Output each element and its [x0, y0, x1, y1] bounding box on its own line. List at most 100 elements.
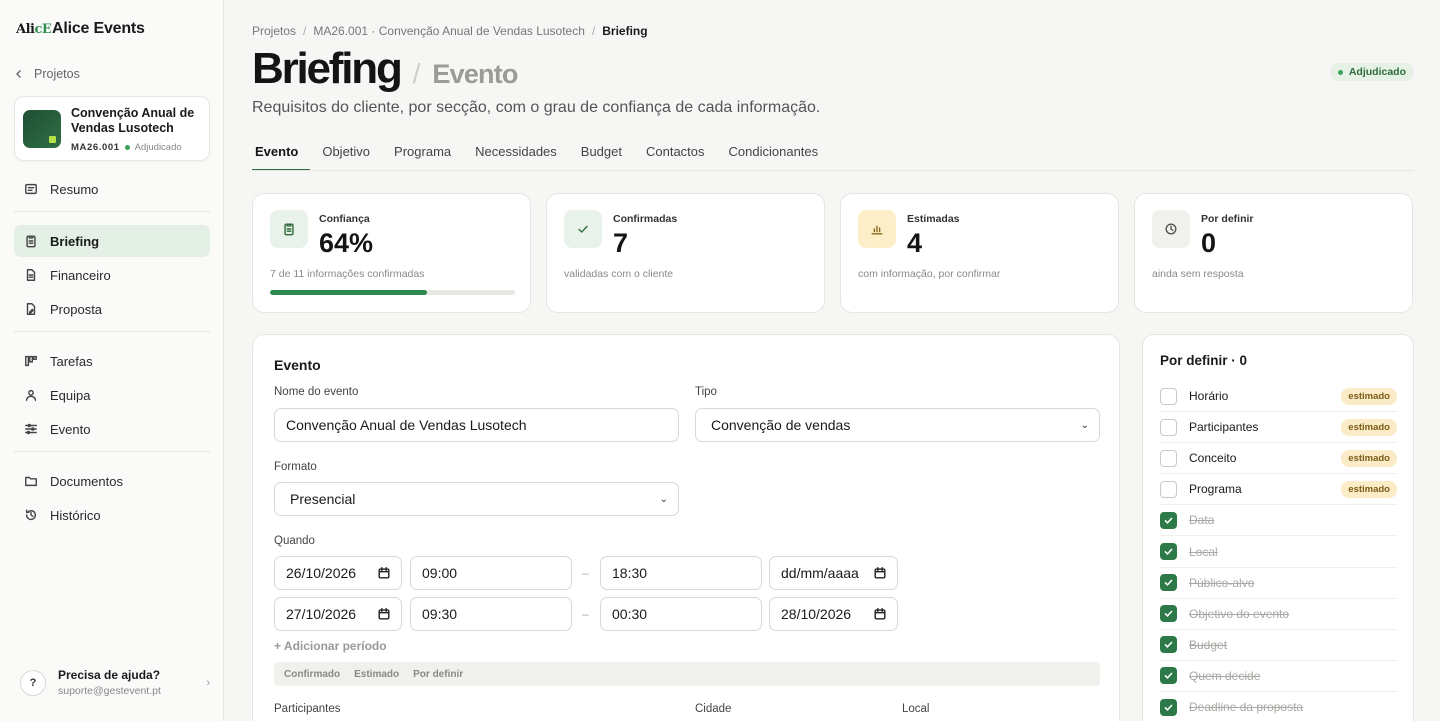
- checklist-item[interactable]: Objetivo do evento: [1160, 599, 1397, 630]
- checklist-item-label: Budget: [1189, 637, 1228, 652]
- checkbox[interactable]: [1160, 698, 1177, 716]
- stat-value: 7: [613, 228, 629, 258]
- end-date-input[interactable]: dd/mm/aaaa: [769, 556, 898, 590]
- sidebar-item-label: Financeiro: [50, 267, 111, 283]
- estimate-badge: estimado: [1341, 418, 1397, 436]
- tab-evento[interactable]: Evento: [252, 141, 311, 171]
- sidebar: AlicE Alice Events Projetos Convenção An…: [0, 0, 224, 721]
- checklist-item[interactable]: Público-alvo: [1160, 568, 1397, 599]
- sidebar-item-evento[interactable]: Evento: [14, 413, 210, 445]
- help-title: Precisa de ajuda?: [58, 668, 161, 682]
- end-date-input[interactable]: 28/10/2026: [769, 597, 898, 631]
- checkbox[interactable]: [1160, 511, 1177, 529]
- tab-condicionantes[interactable]: Condicionantes: [717, 141, 831, 171]
- confidence-option-confirmed[interactable]: Confirmado: [284, 669, 340, 680]
- checklist-item[interactable]: Budget: [1160, 630, 1397, 661]
- stat-note: com informação, por confirmar: [858, 268, 1001, 280]
- status-badge-label: Adjudicado: [1348, 66, 1406, 78]
- tab-budget[interactable]: Budget: [569, 141, 634, 171]
- checkbox[interactable]: [1160, 605, 1177, 623]
- file-edit-icon: [26, 303, 36, 315]
- stat-label: Estimadas: [907, 213, 960, 225]
- sidebar-item-label: Resumo: [50, 181, 99, 197]
- checkbox[interactable]: [1160, 387, 1177, 405]
- format-select[interactable]: Presencial ⌄: [274, 482, 679, 516]
- tab-necessidades[interactable]: Necessidades: [463, 141, 569, 171]
- checklist-item[interactable]: Horário estimado: [1160, 381, 1397, 413]
- checklist-item[interactable]: Data: [1160, 505, 1397, 537]
- back-to-projects-link[interactable]: Projetos: [14, 67, 80, 81]
- summary-icon: [25, 183, 37, 195]
- tab-objetivo[interactable]: Objetivo: [310, 141, 382, 171]
- start-time-input[interactable]: 09:00: [410, 556, 572, 590]
- sidebar-item-briefing[interactable]: Briefing: [14, 225, 210, 257]
- stat-icon-wrap: [858, 210, 896, 248]
- nav-divider: [14, 451, 210, 452]
- input-value: 27/10/2026: [286, 606, 357, 622]
- checklist-item-label: Local: [1189, 544, 1218, 559]
- sidebar-item-proposta[interactable]: Proposta: [14, 293, 210, 325]
- clipboard-icon: [26, 235, 36, 248]
- checklist-item-label: Data: [1189, 513, 1215, 528]
- checklist-item[interactable]: Participantes estimado: [1160, 412, 1397, 444]
- checkbox[interactable]: [1160, 636, 1177, 654]
- checkbox[interactable]: [1160, 418, 1177, 436]
- sidebar-item-label: Equipa: [50, 387, 91, 403]
- breadcrumb-projects[interactable]: Projetos: [252, 24, 296, 38]
- help-box[interactable]: ? Precisa de ajuda? suporte@gestevent.pt…: [20, 668, 210, 697]
- page-title-slash: /: [412, 58, 421, 89]
- calendar-icon: [874, 567, 886, 579]
- check-icon: [1164, 641, 1173, 648]
- checkbox[interactable]: [1160, 574, 1177, 592]
- calendar-icon: [378, 608, 390, 620]
- sidebar-item-financeiro[interactable]: Financeiro: [14, 259, 210, 291]
- input-value: 00:30: [612, 606, 648, 622]
- checklist-item-label: Participantes: [1189, 420, 1259, 435]
- confidence-selector: Confirmado Estimado Por definir: [274, 662, 1100, 686]
- stat-label: Confirmadas: [613, 213, 678, 225]
- checklist-item-label: Público-alvo: [1189, 575, 1255, 590]
- stat-value: 0: [1201, 228, 1217, 258]
- breadcrumb-project[interactable]: MA26.001 · Convenção Anual de Vendas Lus…: [313, 24, 585, 38]
- stat-icon-wrap: [564, 210, 602, 248]
- start-date-input[interactable]: 27/10/2026: [274, 597, 402, 631]
- end-time-input[interactable]: 18:30: [600, 556, 762, 590]
- add-period-button[interactable]: + Adicionar período: [274, 639, 387, 653]
- checklist-item[interactable]: Quem decide: [1160, 661, 1397, 692]
- clipboard-icon: [284, 223, 294, 236]
- checklist-item[interactable]: Conceito estimado: [1160, 443, 1397, 475]
- checkbox[interactable]: [1160, 667, 1177, 685]
- start-date-input[interactable]: 26/10/2026: [274, 556, 402, 590]
- confidence-option-estimated[interactable]: Estimado: [354, 669, 399, 680]
- confidence-option-undefined[interactable]: Por definir: [413, 669, 463, 680]
- checkbox[interactable]: [1160, 480, 1177, 498]
- stat-note: ainda sem resposta: [1152, 268, 1244, 280]
- sliders-icon: [25, 423, 37, 435]
- checkbox[interactable]: [1160, 449, 1177, 467]
- end-time-input[interactable]: 00:30: [600, 597, 762, 631]
- input-value: 09:00: [422, 565, 458, 581]
- type-select[interactable]: Convenção de vendas ⌄: [695, 408, 1100, 442]
- checkbox[interactable]: [1160, 543, 1177, 561]
- range-dash: –: [582, 607, 589, 621]
- sidebar-nav: Resumo Briefing Financeiro Proposta Tarefas E…: [14, 173, 210, 533]
- sidebar-item-resumo[interactable]: Resumo: [14, 173, 210, 205]
- brand[interactable]: AlicE Alice Events: [16, 20, 145, 38]
- sidebar-item-historico[interactable]: Histórico: [14, 499, 210, 531]
- checklist-item[interactable]: Programa estimado: [1160, 474, 1397, 506]
- sidebar-item-equipa[interactable]: Equipa: [14, 379, 210, 411]
- checklist-item[interactable]: Deadline da proposta: [1160, 692, 1397, 721]
- sidebar-item-documentos[interactable]: Documentos: [14, 465, 210, 497]
- checklist-item[interactable]: Local: [1160, 536, 1397, 568]
- event-name-input[interactable]: Convenção Anual de Vendas Lusotech: [274, 408, 679, 442]
- project-card[interactable]: Convenção Anual de Vendas Lusotech MA26.…: [14, 96, 210, 161]
- sidebar-item-tarefas[interactable]: Tarefas: [14, 345, 210, 377]
- tab-programa[interactable]: Programa: [382, 141, 463, 171]
- stat-icon-wrap: [270, 210, 308, 248]
- breadcrumb-separator: /: [303, 24, 307, 38]
- start-time-input[interactable]: 09:30: [410, 597, 572, 631]
- stat-icon-wrap: [1152, 210, 1190, 248]
- nav-divider: [14, 211, 210, 212]
- format-value: Presencial: [290, 491, 356, 507]
- tab-contactos[interactable]: Contactos: [634, 141, 717, 171]
